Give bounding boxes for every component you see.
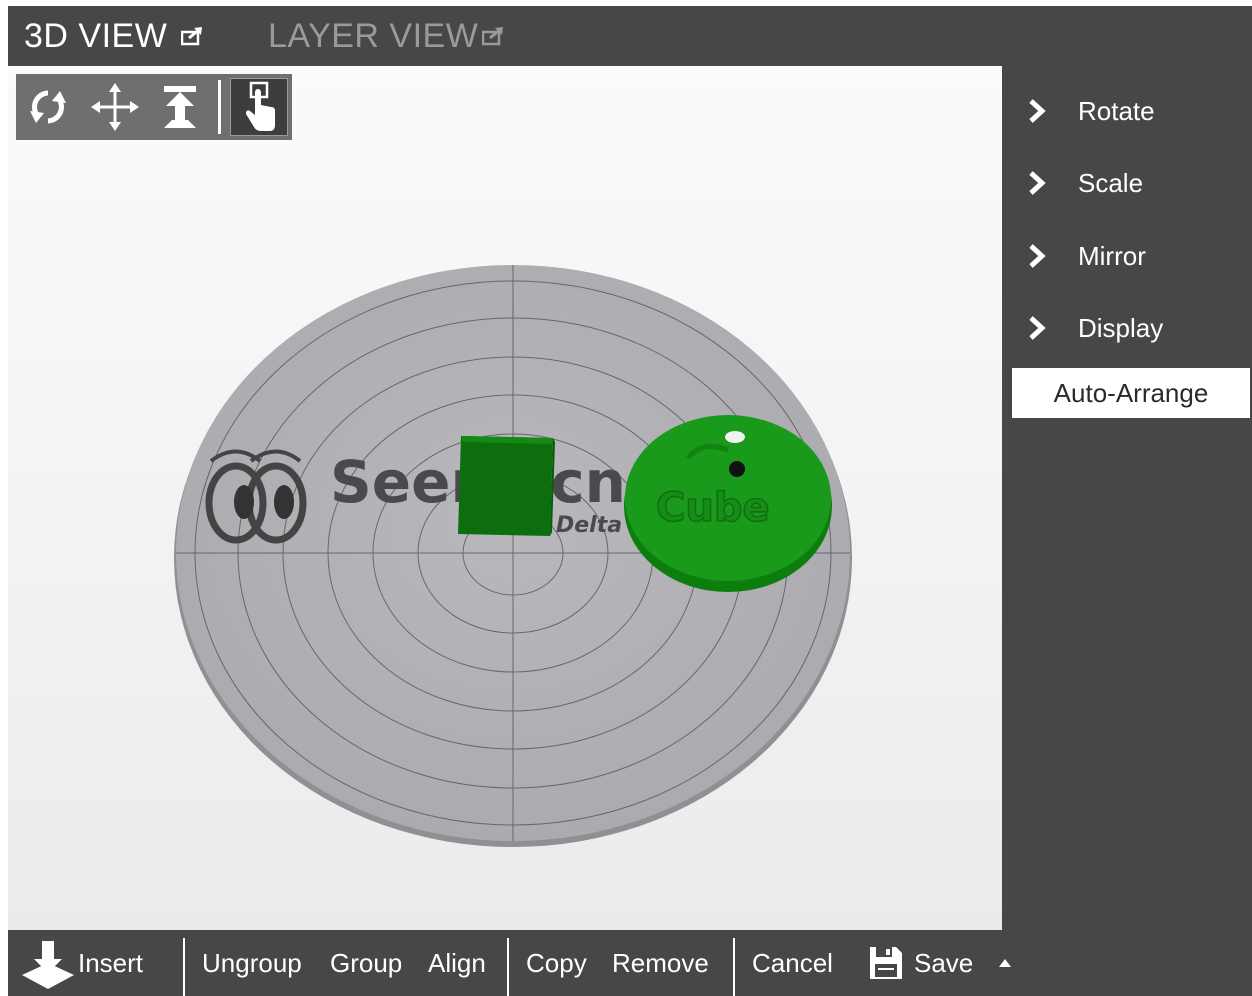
chevron-right-icon: [1028, 299, 1046, 357]
save-button[interactable]: Save: [868, 930, 973, 996]
tab-3d-view-label: 3D VIEW: [24, 16, 168, 55]
tab-3d-view[interactable]: 3D VIEW: [24, 6, 205, 66]
menu-item-rotate[interactable]: Rotate: [1002, 82, 1252, 140]
lift-icon[interactable]: [154, 74, 206, 140]
menu-item-label: Scale: [1078, 167, 1144, 198]
insert-button[interactable]: Insert: [20, 930, 143, 996]
insert-label: Insert: [78, 947, 144, 978]
popout-icon[interactable]: [181, 26, 205, 46]
rotate-view-icon[interactable]: [22, 74, 74, 140]
menu-item-label: Rotate: [1078, 95, 1155, 126]
menu-item-label: Display: [1078, 312, 1164, 343]
chevron-right-icon: [1028, 154, 1046, 212]
ungroup-button[interactable]: Ungroup: [202, 930, 302, 996]
build-plate-scene[interactable]: Seemecnc Delta Cube: [8, 66, 1002, 930]
toolbox-divider: [218, 80, 221, 134]
tab-layer-view-label: LAYER VIEW: [268, 16, 479, 55]
save-options-caret-icon[interactable]: [998, 930, 1012, 996]
chevron-right-icon: [1028, 227, 1046, 285]
keychain-object[interactable]: Cube: [624, 415, 832, 592]
align-button[interactable]: Align: [428, 930, 486, 996]
tab-layer-view[interactable]: LAYER VIEW: [268, 6, 506, 66]
action-bar-divider: [183, 938, 185, 996]
plate-logo-subtext: Delta: [556, 513, 622, 538]
object-tools-panel: Rotate Scale Mirror Display Auto-Arrange: [1002, 66, 1252, 930]
menu-item-label: Mirror: [1078, 240, 1146, 271]
cube-object[interactable]: [458, 436, 555, 536]
action-bar-divider: [507, 938, 509, 996]
select-pointer-icon[interactable]: [230, 78, 288, 136]
keychain-embossed-text: Cube: [656, 485, 770, 531]
menu-item-display[interactable]: Display: [1002, 299, 1252, 357]
3d-viewport[interactable]: Seemecnc Delta Cube: [8, 66, 1002, 930]
view-toolbox: [16, 74, 292, 140]
save-label: Save: [914, 947, 974, 978]
chevron-right-icon: [1028, 82, 1046, 140]
pan-icon[interactable]: [88, 74, 142, 140]
action-bar-divider: [733, 938, 735, 996]
view-tab-bar: 3D VIEW LAYER VIEW: [8, 6, 1252, 66]
insert-icon: [20, 937, 76, 989]
menu-item-scale[interactable]: Scale: [1002, 154, 1252, 212]
popout-icon[interactable]: [482, 26, 506, 46]
cancel-button[interactable]: Cancel: [752, 930, 833, 996]
action-bar: Insert Ungroup Group Align Copy Remove C…: [8, 930, 1252, 996]
floppy-disk-icon: [868, 945, 904, 981]
menu-item-mirror[interactable]: Mirror: [1002, 227, 1252, 285]
remove-button[interactable]: Remove: [612, 930, 709, 996]
copy-button[interactable]: Copy: [526, 930, 587, 996]
auto-arrange-button[interactable]: Auto-Arrange: [1012, 368, 1250, 418]
group-button[interactable]: Group: [330, 930, 402, 996]
